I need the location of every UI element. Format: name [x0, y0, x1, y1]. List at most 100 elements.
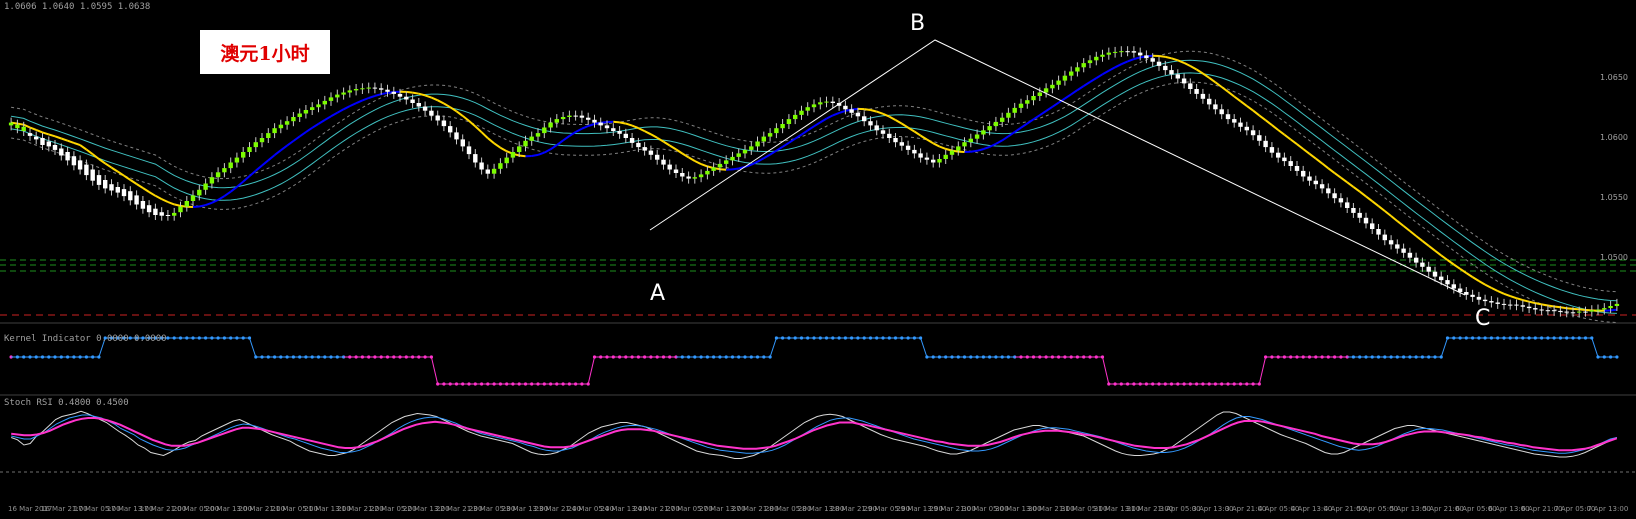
ma-segment — [1291, 140, 1297, 145]
ma-segment — [1052, 103, 1058, 107]
candle-body — [178, 207, 182, 213]
candle-body — [1050, 85, 1054, 89]
candle-body — [994, 122, 998, 126]
candle-body — [937, 159, 941, 163]
indicator-panel-1 — [10, 336, 1619, 385]
ma-segment — [218, 196, 224, 200]
ma-segment — [1379, 206, 1385, 211]
candle-body — [1063, 76, 1067, 81]
candle-body — [197, 190, 201, 196]
candle-body — [1144, 55, 1148, 58]
candle-body — [536, 133, 540, 137]
candle-body — [153, 209, 157, 215]
ma-segment — [1316, 159, 1322, 164]
oscillator-line — [11, 418, 1617, 450]
ma-segment — [1404, 226, 1410, 231]
candle-body — [479, 163, 483, 170]
candle-body — [1395, 244, 1399, 248]
ma-segment — [325, 116, 331, 120]
price-tick: 1.0500 — [1600, 253, 1628, 262]
candle-body — [1326, 188, 1330, 193]
candle-body — [65, 152, 69, 160]
ma-segment — [362, 98, 368, 100]
candle-body — [103, 180, 107, 188]
candle-body — [975, 135, 979, 139]
candle-body — [856, 113, 860, 117]
ma-segment — [112, 168, 118, 172]
candle-body — [1276, 153, 1280, 158]
ma-segment — [224, 192, 230, 196]
candle-body — [310, 107, 314, 110]
ma-segment — [802, 130, 808, 134]
candle-body — [1176, 74, 1180, 78]
ma-segment — [1096, 74, 1102, 78]
candle-body — [555, 119, 559, 123]
oscillator-line — [11, 411, 1617, 458]
candle-body — [1496, 303, 1500, 304]
ma-segment — [1360, 192, 1366, 197]
candle-body — [291, 117, 295, 121]
ma-segment — [1479, 281, 1485, 285]
candle-body — [354, 89, 358, 90]
candle-body — [134, 195, 138, 204]
ma-segment — [155, 196, 161, 199]
price-tick: 1.0550 — [1600, 193, 1628, 202]
ma-segment — [413, 93, 419, 94]
candle-body — [962, 142, 966, 146]
ma-segment — [1366, 196, 1372, 201]
candle-body — [1539, 310, 1543, 311]
ma-segment — [1353, 187, 1359, 192]
chart-svg: ABC 1.06501.06001.05501.050016 Mar 20171… — [0, 0, 1636, 515]
ma-segment — [206, 203, 212, 205]
candle-body — [417, 103, 421, 107]
ma-segment — [638, 128, 644, 131]
ma-segment — [1215, 82, 1221, 87]
candle-body — [1358, 213, 1362, 218]
candle-body — [1263, 141, 1267, 147]
ma-segment — [946, 149, 952, 151]
ma-segment — [877, 112, 883, 114]
ma-segment — [1510, 296, 1516, 298]
candle-body — [1295, 166, 1299, 171]
candle-body — [868, 121, 872, 125]
candle-body — [1332, 193, 1336, 198]
ma-segment — [74, 143, 80, 145]
ma-segment — [1021, 124, 1027, 128]
candle-body — [9, 123, 13, 126]
candle-body — [511, 152, 515, 158]
indicator1-segment — [1259, 357, 1265, 384]
ma-segment — [1303, 149, 1309, 154]
candle-body — [392, 92, 396, 94]
candle-body — [1301, 171, 1305, 177]
ma-segment — [939, 147, 945, 149]
indicator1-segment — [1592, 338, 1598, 357]
candle-body — [1577, 312, 1581, 313]
candle-body — [1188, 83, 1192, 89]
candle-body — [34, 137, 38, 140]
candle-body — [787, 119, 791, 124]
candle-body — [1408, 253, 1412, 258]
ma-segment — [1103, 71, 1109, 75]
candle-body — [693, 177, 697, 178]
ma-segment — [1310, 154, 1316, 159]
indicator1-segment — [770, 338, 776, 357]
ma-segment — [306, 128, 312, 132]
ma-segment — [1441, 255, 1447, 260]
ma-segment — [588, 124, 594, 126]
ma-segment — [1115, 64, 1121, 67]
candle-body — [1025, 100, 1029, 104]
ma-segment — [1579, 309, 1585, 310]
ma-segment — [1121, 61, 1127, 64]
candle-body — [341, 93, 345, 95]
ma-segment — [1008, 132, 1014, 136]
ma-segment — [1391, 216, 1397, 221]
candle-body — [1157, 62, 1161, 66]
ma-segment — [43, 132, 49, 134]
ma-segment — [1473, 277, 1479, 281]
candle-body — [1082, 63, 1086, 67]
candle-body — [22, 127, 26, 131]
candle-body — [1527, 307, 1531, 308]
ma-segment — [1498, 291, 1504, 294]
candle-body — [574, 116, 578, 117]
candle-body — [216, 172, 220, 177]
